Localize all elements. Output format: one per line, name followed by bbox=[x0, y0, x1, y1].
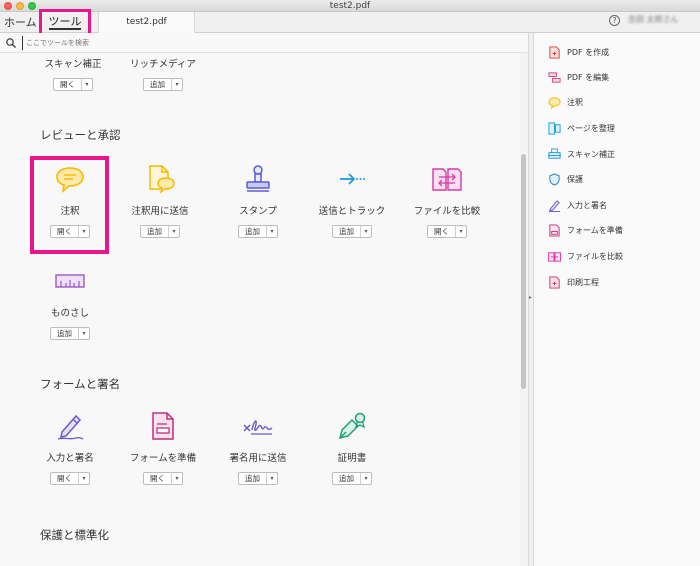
scrollbar-thumb[interactable] bbox=[521, 154, 526, 389]
tool-name: スキャン補正 bbox=[44, 59, 102, 70]
chevron-down-icon[interactable]: ▾ bbox=[361, 473, 371, 484]
chevron-down-icon[interactable]: ▾ bbox=[267, 473, 277, 484]
pane-item-compare-files[interactable]: ファイルを比較 bbox=[548, 247, 623, 265]
tool-name: ものさし bbox=[50, 308, 89, 319]
tool-action-button[interactable]: 追加 ▾ bbox=[50, 327, 90, 340]
enhance-scans-icon bbox=[548, 147, 561, 159]
tool-send-and-track[interactable]: 送信とトラック 追加 ▾ bbox=[307, 163, 397, 238]
pane-item-enhance-scans[interactable]: スキャン補正 bbox=[548, 145, 615, 163]
tool-send-for-signature[interactable]: 署名用に送信 追加 ▾ bbox=[213, 410, 303, 485]
tools-tab-highlight bbox=[39, 9, 91, 36]
tool-action-button[interactable]: 追加 ▾ bbox=[238, 225, 278, 238]
print-production-icon bbox=[549, 275, 560, 289]
fill-sign-icon bbox=[57, 414, 84, 440]
chevron-down-icon[interactable]: ▾ bbox=[172, 473, 182, 484]
section-title-protect: 保護と標準化 bbox=[40, 528, 109, 542]
organize-pages-icon bbox=[548, 121, 561, 135]
tool-action-button[interactable]: 追加 ▾ bbox=[332, 472, 372, 485]
tool-action-button[interactable]: 追加 ▾ bbox=[238, 472, 278, 485]
search-icon bbox=[6, 38, 16, 48]
tool-action-button[interactable]: 追加 ▾ bbox=[143, 78, 183, 91]
edit-pdf-icon bbox=[548, 71, 561, 83]
window-title: test2.pdf bbox=[329, 1, 371, 11]
chevron-down-icon[interactable]: ▾ bbox=[79, 328, 89, 339]
compare-files-icon bbox=[548, 251, 561, 262]
tool-rich-media: リッチメディア 追加 ▾ bbox=[118, 56, 208, 91]
tool-name: 送信とトラック bbox=[318, 206, 386, 217]
send-for-signature-icon bbox=[243, 420, 273, 435]
pane-item-comment[interactable]: 注釈 bbox=[548, 93, 583, 111]
tool-name: 注釈用に送信 bbox=[131, 206, 189, 217]
search-input[interactable] bbox=[22, 36, 222, 50]
tab-home[interactable]: ホーム bbox=[4, 14, 37, 31]
pane-item-organize-pages[interactable]: ページを整理 bbox=[548, 119, 615, 137]
send-for-comments-icon bbox=[149, 165, 175, 194]
stamp-icon bbox=[246, 165, 270, 192]
user-name[interactable]: 吉田 太郎さん bbox=[628, 15, 696, 25]
pane-item-prepare-form[interactable]: フォームを準備 bbox=[548, 221, 623, 239]
tool-name: ファイルを比較 bbox=[413, 206, 481, 217]
tool-send-for-comments[interactable]: 注釈用に送信 追加 ▾ bbox=[115, 163, 205, 238]
help-icon[interactable]: ? bbox=[609, 15, 620, 26]
tool-action-button[interactable]: 開く ▾ bbox=[427, 225, 467, 238]
prepare-form-icon bbox=[152, 412, 174, 440]
pane-item-create-pdf[interactable]: PDF を作成 bbox=[548, 43, 609, 61]
tool-compare-files[interactable]: ファイルを比較 開く ▾ bbox=[402, 163, 492, 238]
send-and-track-icon bbox=[340, 173, 365, 185]
ruler-icon bbox=[55, 274, 85, 288]
create-pdf-icon bbox=[549, 45, 560, 59]
tab-bar: ホーム ツール test2.pdf bbox=[0, 12, 700, 33]
tool-fill-and-sign[interactable]: 入力と署名 開く ▾ bbox=[25, 410, 115, 485]
comment-icon bbox=[548, 96, 561, 109]
title-bar: test2.pdf bbox=[0, 0, 700, 12]
prepare-form-icon bbox=[549, 223, 560, 237]
pane-item-print-production[interactable]: 印刷工程 bbox=[548, 273, 599, 291]
chevron-down-icon[interactable]: ▾ bbox=[456, 226, 466, 237]
tool-prepare-form[interactable]: フォームを準備 開く ▾ bbox=[118, 410, 208, 485]
tool-name: 入力と署名 bbox=[46, 453, 94, 464]
tools-center: スキャン補正 開く ▾ リッチメディア 追加 ▾ レビューと承認 注釈 開く ▾ 注釈… bbox=[0, 53, 520, 566]
chevron-down-icon[interactable]: ▾ bbox=[82, 79, 92, 90]
section-title-review: レビューと承認 bbox=[40, 128, 121, 142]
tool-name: 署名用に送信 bbox=[229, 453, 287, 464]
compare-files-icon bbox=[432, 168, 462, 191]
chevron-down-icon[interactable]: ▾ bbox=[79, 473, 89, 484]
tool-action-button[interactable]: 開く ▾ bbox=[50, 472, 90, 485]
tab-document[interactable]: test2.pdf bbox=[98, 12, 195, 33]
right-tools-pane: PDF を作成 PDF を編集 注釈 ページを整理 スキャン補正 保護 入力と署… bbox=[534, 33, 700, 566]
tool-name: リッチメディア bbox=[130, 59, 196, 70]
tool-action-button[interactable]: 追加 ▾ bbox=[332, 225, 372, 238]
tool-enhance-scans: スキャン補正 開く ▾ bbox=[28, 56, 118, 91]
chevron-down-icon[interactable]: ▾ bbox=[172, 79, 182, 90]
tool-action-button[interactable]: 開く ▾ bbox=[143, 472, 183, 485]
tool-certificates[interactable]: 証明書 追加 ▾ bbox=[307, 410, 397, 485]
tool-name: スタンプ bbox=[239, 206, 277, 217]
pane-item-protect[interactable]: 保護 bbox=[548, 170, 583, 188]
chevron-down-icon[interactable]: ▾ bbox=[361, 226, 371, 237]
tool-name: 証明書 bbox=[337, 453, 367, 464]
pane-item-fill-sign[interactable]: 入力と署名 bbox=[548, 196, 607, 214]
tool-action-button[interactable]: 開く ▾ bbox=[53, 78, 93, 91]
tool-name: フォームを準備 bbox=[129, 453, 197, 464]
section-title-forms: フォームと署名 bbox=[40, 377, 121, 391]
chevron-down-icon[interactable]: ▾ bbox=[267, 226, 277, 237]
protect-icon bbox=[549, 172, 560, 186]
tool-stamp[interactable]: スタンプ 追加 ▾ bbox=[213, 163, 303, 238]
chevron-down-icon[interactable]: ▾ bbox=[169, 226, 179, 237]
collapse-panel-icon[interactable]: ▸ bbox=[529, 294, 533, 302]
certificate-icon bbox=[338, 412, 366, 440]
search-bar bbox=[0, 33, 528, 53]
comment-tool-highlight bbox=[30, 156, 109, 254]
pane-item-edit-pdf[interactable]: PDF を編集 bbox=[548, 68, 609, 86]
fill-sign-icon bbox=[548, 199, 561, 212]
tool-action-button[interactable]: 追加 ▾ bbox=[140, 225, 180, 238]
tool-measure[interactable]: ものさし 追加 ▾ bbox=[25, 265, 115, 340]
